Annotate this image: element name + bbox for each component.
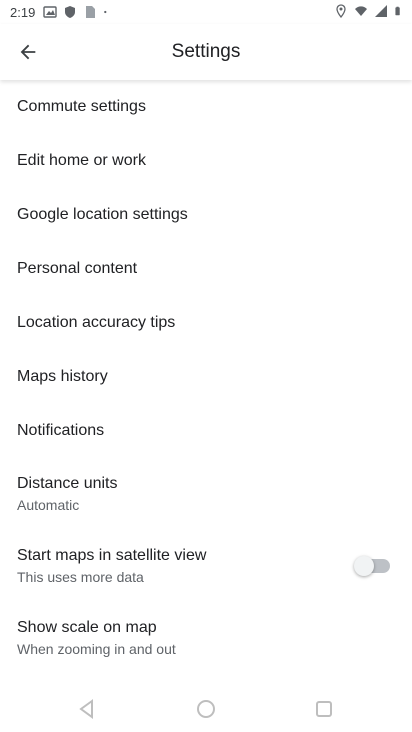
battery-icon — [395, 6, 400, 16]
sim-card-icon — [86, 6, 96, 18]
settings-list: Commute settings Edit home or work Googl… — [0, 80, 412, 674]
status-icons-left — [43, 5, 111, 19]
commute-settings-item[interactable]: Commute settings — [0, 80, 412, 134]
location-accuracy-tips-item[interactable]: Location accuracy tips — [0, 296, 412, 350]
item-title: Start maps in satellite view — [17, 547, 207, 564]
dot-icon — [104, 10, 107, 14]
status-icons-right — [334, 4, 404, 18]
navigation-bar — [0, 684, 412, 732]
photos-icon — [43, 6, 58, 18]
edit-home-or-work-item[interactable]: Edit home or work — [0, 134, 412, 188]
item-title: Show scale on map — [17, 619, 157, 636]
recents-square-icon[interactable] — [313, 698, 335, 720]
back-triangle-icon[interactable] — [76, 698, 98, 720]
item-title: Location accuracy tips — [17, 314, 176, 331]
personal-content-item[interactable]: Personal content — [0, 242, 412, 296]
item-title: Notifications — [17, 422, 105, 439]
status-bar: 2:19 — [0, 0, 412, 24]
item-title: Edit home or work — [17, 152, 146, 169]
signal-icon — [375, 5, 387, 17]
item-subtitle: Automatic — [17, 497, 80, 513]
maps-history-item[interactable]: Maps history — [0, 350, 412, 404]
satellite-view-item[interactable]: Start maps in satellite view This uses m… — [0, 530, 412, 602]
page-title: Settings — [171, 41, 241, 62]
google-location-settings-item[interactable]: Google location settings — [0, 188, 412, 242]
item-title: Google location settings — [17, 206, 188, 223]
item-title: Maps history — [17, 368, 108, 385]
app-bar: Settings — [0, 24, 412, 80]
item-subtitle: When zooming in and out — [17, 641, 176, 657]
home-circle-icon[interactable] — [195, 698, 217, 720]
toggle-thumb — [354, 556, 374, 576]
wifi-icon — [355, 6, 367, 16]
play-protect-icon — [65, 6, 76, 18]
item-subtitle: This uses more data — [17, 569, 144, 585]
item-title: Personal content — [17, 260, 138, 277]
item-title: Distance units — [17, 475, 118, 492]
show-scale-item[interactable]: Show scale on map When zooming in and ou… — [0, 602, 412, 674]
satellite-view-toggle[interactable] — [354, 556, 390, 576]
location-icon — [336, 4, 346, 18]
distance-units-item[interactable]: Distance units Automatic — [0, 458, 412, 530]
notifications-item[interactable]: Notifications — [0, 404, 412, 458]
item-title: Commute settings — [17, 98, 146, 115]
status-time: 2:19 — [10, 4, 36, 20]
